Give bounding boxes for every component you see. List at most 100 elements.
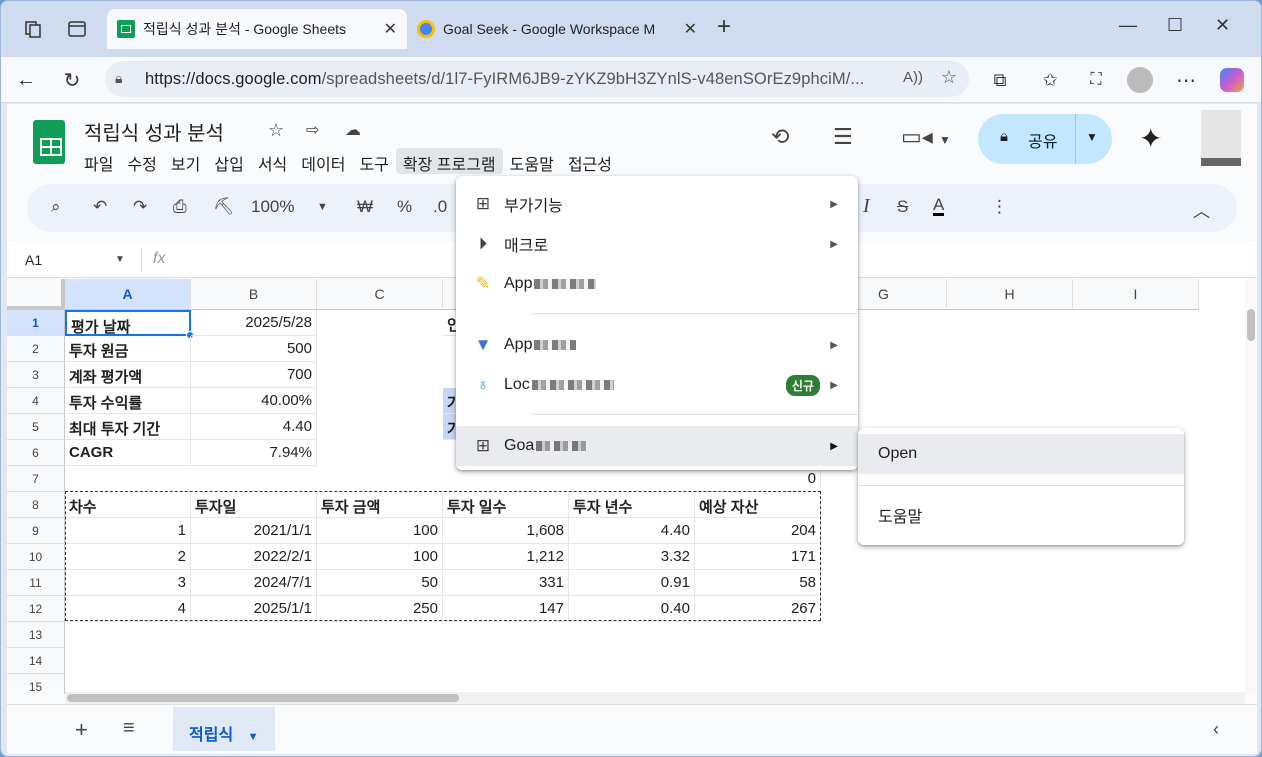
version-history-icon[interactable]: ⟲ xyxy=(771,124,789,150)
row-header-6[interactable]: 6 xyxy=(7,440,65,466)
column-header-i[interactable]: I xyxy=(1073,279,1199,310)
menu-file[interactable]: 파일 xyxy=(77,148,120,174)
document-title[interactable]: 적립식 성과 분석 xyxy=(84,117,224,146)
menu-help[interactable]: 도움말 xyxy=(503,148,561,174)
submenu-help[interactable]: 도움말 xyxy=(858,495,1184,535)
menu-tools[interactable]: 도구 xyxy=(352,148,395,174)
tab-goal-seek[interactable]: Goal Seek - Google Workspace M ✕ xyxy=(407,9,707,49)
more-icon[interactable]: ⋯ xyxy=(1173,67,1199,93)
row-header-8[interactable]: 8 xyxy=(7,492,65,518)
back-icon[interactable]: ← xyxy=(13,67,39,93)
row-header-3[interactable]: 3 xyxy=(7,362,65,388)
row-header-5[interactable]: 5 xyxy=(7,414,65,440)
italic-icon[interactable]: I xyxy=(863,195,870,218)
meet-icon[interactable]: ▭◂ ▼ xyxy=(901,124,951,150)
more-vert-icon[interactable]: ⋮ xyxy=(991,197,1008,217)
new-tab-icon[interactable]: + xyxy=(717,13,731,41)
currency-button[interactable]: ₩ xyxy=(357,197,373,217)
decimal-button[interactable]: .0 xyxy=(433,197,447,217)
row-header-14[interactable]: 14 xyxy=(7,648,65,674)
menu-edit[interactable]: 수정 xyxy=(120,148,163,174)
cell-b6[interactable]: 7.94% xyxy=(191,440,317,466)
row-header-13[interactable]: 13 xyxy=(7,622,65,648)
name-box[interactable]: A1 xyxy=(25,252,42,268)
comments-icon[interactable]: ☰ xyxy=(833,124,853,150)
vertical-tabs-icon[interactable] xyxy=(65,17,89,41)
percent-button[interactable]: % xyxy=(397,197,412,217)
extensions-icon[interactable]: ⧉ xyxy=(987,67,1013,93)
menu-item-addons[interactable]: ⊞ 부가기능 ▶ xyxy=(456,184,858,224)
cell-a1[interactable]: 평가 날짜 xyxy=(65,310,191,336)
row-header-11[interactable]: 11 xyxy=(7,570,65,596)
star-icon[interactable]: ☆ xyxy=(268,120,284,141)
text-color-icon[interactable]: A xyxy=(933,196,945,216)
close-tab-icon[interactable]: ✕ xyxy=(384,19,397,39)
paint-format-icon[interactable]: ⛏ xyxy=(213,197,235,217)
cell-a2[interactable]: 투자 원금 xyxy=(65,336,191,362)
copilot-icon[interactable] xyxy=(1219,67,1245,93)
close-tab-icon[interactable]: ✕ xyxy=(684,19,697,39)
chevron-left-icon[interactable]: ‹ xyxy=(1213,719,1219,740)
minimize-icon[interactable]: — xyxy=(1119,15,1137,36)
submenu-open[interactable]: Open xyxy=(858,434,1184,474)
menu-item-looker[interactable]: ♁ Loc 신규 ▶ xyxy=(456,365,858,405)
menu-extensions[interactable]: 확장 프로그램 xyxy=(395,148,503,174)
sheet-tab[interactable]: 적립식 ▼ xyxy=(173,707,275,751)
screenshot-icon[interactable]: ⛶ xyxy=(1083,67,1109,93)
favorite-star-icon[interactable]: ☆ xyxy=(941,67,957,88)
row-header-4[interactable]: 4 xyxy=(7,388,65,414)
chevron-down-icon[interactable]: ▼ xyxy=(115,254,125,265)
cell-b1[interactable]: 2025/5/28 xyxy=(191,310,317,336)
menu-item-appsheet[interactable]: ▼ App ▶ xyxy=(456,325,858,365)
cell-b3[interactable]: 700 xyxy=(191,362,317,388)
row-header-15[interactable]: 15 xyxy=(7,674,65,694)
address-bar[interactable]: 🔒︎ https://docs.google.com/spreadsheets/… xyxy=(105,61,969,97)
row-header-12[interactable]: 12 xyxy=(7,596,65,622)
sheets-logo-icon[interactable] xyxy=(33,120,65,164)
menu-format[interactable]: 서식 xyxy=(251,148,294,174)
redo-icon[interactable]: ↷ xyxy=(133,197,147,217)
add-sheet-icon[interactable]: + xyxy=(75,717,88,743)
avatar[interactable] xyxy=(1201,110,1241,166)
horizontal-scrollbar[interactable] xyxy=(65,692,1245,704)
refresh-icon[interactable]: ↻ xyxy=(59,67,85,93)
profile-icon[interactable] xyxy=(1127,67,1153,93)
menu-accessibility[interactable]: 접근성 xyxy=(561,148,619,174)
search-icon[interactable]: ⌕ xyxy=(51,197,61,217)
column-header-a[interactable]: A xyxy=(65,279,191,310)
all-sheets-icon[interactable]: ≡ xyxy=(123,717,135,740)
move-icon[interactable]: ⇨ xyxy=(306,120,319,140)
maximize-icon[interactable]: ☐ xyxy=(1167,15,1183,36)
cell-a5[interactable]: 최대 투자 기간 xyxy=(65,414,191,440)
select-all-corner[interactable] xyxy=(7,279,65,310)
strikethrough-icon[interactable]: S xyxy=(897,197,908,217)
row-header-9[interactable]: 9 xyxy=(7,518,65,544)
cell-b2[interactable]: 500 xyxy=(191,336,317,362)
menu-item-macros[interactable]: ⏵ 매크로 ▶ xyxy=(456,224,858,264)
menu-item-goal-seek[interactable]: ⊞ Goa ▶ xyxy=(456,426,858,466)
row-header-10[interactable]: 10 xyxy=(7,544,65,570)
chevron-down-icon[interactable]: ▼ xyxy=(1086,130,1098,144)
gemini-icon[interactable]: ✦ xyxy=(1139,122,1162,155)
close-window-icon[interactable]: ✕ xyxy=(1215,15,1230,36)
cell-a4[interactable]: 투자 수익률 xyxy=(65,388,191,414)
workspaces-icon[interactable] xyxy=(21,17,45,41)
cell-b5[interactable]: 4.40 xyxy=(191,414,317,440)
menu-data[interactable]: 데이터 xyxy=(294,148,352,174)
favorites-icon[interactable]: ✩ xyxy=(1037,67,1063,93)
vertical-scrollbar[interactable] xyxy=(1245,279,1257,694)
print-icon[interactable]: ⎙ xyxy=(173,197,187,217)
row-header-7[interactable]: 7 xyxy=(7,466,65,492)
tab-sheets[interactable]: 적립식 성과 분석 - Google Sheets ✕ xyxy=(107,9,407,49)
column-header-b[interactable]: B xyxy=(191,279,317,310)
collapse-toolbar-icon[interactable]: ︿ xyxy=(1193,197,1210,222)
site-info-icon[interactable]: 🔒︎ xyxy=(115,70,122,87)
row-header-2[interactable]: 2 xyxy=(7,336,65,362)
cell-a3[interactable]: 계좌 평가액 xyxy=(65,362,191,388)
chevron-down-icon[interactable]: ▼ xyxy=(248,731,259,743)
menu-item-apps-script[interactable]: ✎ App xyxy=(456,264,858,304)
chevron-down-icon[interactable]: ▼ xyxy=(317,201,328,213)
cell-b4[interactable]: 40.00% xyxy=(191,388,317,414)
column-header-h[interactable]: H xyxy=(947,279,1073,310)
row-header-1[interactable]: 1 xyxy=(7,310,65,336)
